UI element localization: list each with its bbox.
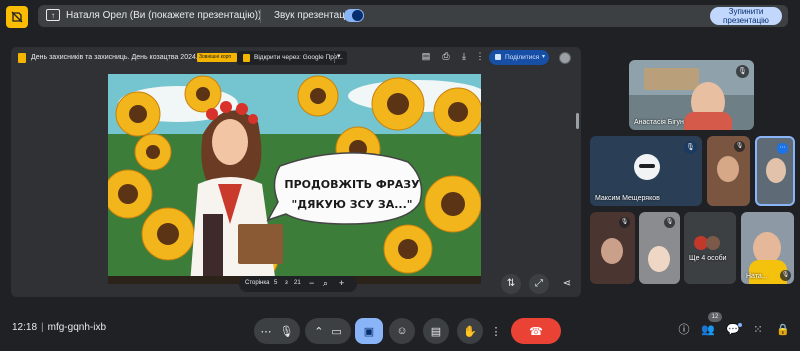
reactions-button[interactable]: ☺ xyxy=(389,318,415,344)
participant-count-badge: 12 xyxy=(708,312,722,322)
pin-icon[interactable]: ⇅ xyxy=(501,274,521,294)
mic-off-icon: 🎙 xyxy=(664,217,675,228)
presentation-toolbar: День захисників та захисниць. День козац… xyxy=(11,47,581,69)
open-with-label: Відкрити через: Google Пре... xyxy=(254,54,343,61)
camera-button[interactable]: ⌃ ▭ xyxy=(305,318,351,344)
scrollbar[interactable] xyxy=(576,113,579,129)
chevron-down-icon[interactable]: ▾ xyxy=(337,52,341,60)
participant-tile[interactable]: 🎙 xyxy=(639,212,680,284)
chat-notification-dot xyxy=(738,323,742,327)
mic-off-icon: 🎙 xyxy=(734,141,745,152)
info-icon[interactable]: ⓘ xyxy=(677,323,691,337)
end-call-icon: ☎ xyxy=(529,325,543,338)
presenter-text: Наталя Орел (Ви (покажете презентацію)) xyxy=(66,10,262,21)
presentation-sound-label: Звук презентації xyxy=(274,10,350,21)
mic-off-icon: 🎙 xyxy=(780,270,791,281)
participant-name: Анастасія Бігун xyxy=(634,119,684,126)
participant-tile[interactable]: 🎙 xyxy=(590,212,635,284)
mic-off-icon: 🎙 xyxy=(684,141,697,154)
presentation-sound-toggle[interactable] xyxy=(344,9,364,22)
share-label: Поділитися xyxy=(505,54,540,61)
presentation-panel: День захисників та захисниць. День козац… xyxy=(11,47,581,297)
open-with-button[interactable]: Відкрити через: Google Пре... ▾ xyxy=(237,51,347,65)
participant-tile-speaking[interactable]: ⋯ xyxy=(755,136,795,206)
presenting-bar: ↑ Наталя Орел (Ви (покажете презентацію)… xyxy=(0,0,800,32)
meeting-code[interactable]: mfg-gqnh-ixb xyxy=(48,322,106,333)
meeting-info: 12:18 | mfg-gqnh-ixb xyxy=(12,322,106,333)
participant-tile[interactable]: Ната... 🎙 xyxy=(741,212,794,284)
mic-off-icon: 🎙 xyxy=(619,217,630,228)
page-current[interactable]: 5 xyxy=(274,280,277,286)
slide-text: ПРОДОВЖІТЬ ФРАЗУ "ДЯКУЮ ЗСУ ЗА..." xyxy=(282,175,422,215)
print-icon[interactable]: ⎙ xyxy=(440,51,452,62)
google-slides-icon xyxy=(243,54,250,62)
more-options-icon[interactable]: ⋯ xyxy=(261,325,272,338)
mic-icon: 🎙 xyxy=(279,325,294,338)
page-label: Сторінка xyxy=(245,280,270,286)
captions-icon: ▤ xyxy=(430,325,442,338)
avatar[interactable] xyxy=(559,52,571,64)
host-controls-icon[interactable]: 🔒 xyxy=(776,323,790,337)
present-screen-icon: ↑ xyxy=(46,9,60,21)
slide-image: ПРОДОВЖІТЬ ФРАЗУ "ДЯКУЮ ЗСУ ЗА..." xyxy=(108,74,481,284)
page-total: 21 xyxy=(294,280,301,286)
people-icon[interactable]: 👥 xyxy=(701,323,715,337)
participant-tile[interactable]: 🎙 Анастасія Бігун xyxy=(629,60,754,130)
camera-icon: ▭ xyxy=(331,325,342,338)
slide-text-line-2: "ДЯКУЮ ЗСУ ЗА..." xyxy=(291,198,413,211)
chevron-up-icon[interactable]: ⌃ xyxy=(314,325,323,338)
call-controls-bar: 12:18 | mfg-gqnh-ixb ⋯ 🎙 ⌃ ▭ ▣ ☺ ▤ ✋ ⋮ ☎ ⓘ… xyxy=(0,312,800,351)
present-screen-icon: ▣ xyxy=(363,325,375,338)
share-button[interactable]: Поділитися ▾ xyxy=(489,50,549,65)
presenting-notice: ↑ Наталя Орел (Ви (покажете презентацію)… xyxy=(38,5,788,27)
fullscreen-icon[interactable]: ⤢ xyxy=(529,274,549,294)
mic-button[interactable]: ⋯ 🎙 xyxy=(254,318,300,344)
stop-presenting-button[interactable]: Зупинити презентацію xyxy=(710,7,782,25)
hand-icon: ✋ xyxy=(463,325,477,338)
more-participants-label: Ще 4 особи xyxy=(689,255,727,262)
lock-icon xyxy=(495,54,501,60)
participant-tile[interactable]: 🎙 xyxy=(707,136,750,206)
share-icon[interactable]: ⋖ xyxy=(557,274,577,294)
zoom-in-icon[interactable]: + xyxy=(339,278,344,288)
zoom-icon[interactable]: ⌕ xyxy=(323,278,328,289)
zoom-out-icon[interactable]: − xyxy=(309,278,314,288)
meet-logo-icon xyxy=(6,6,28,28)
chevron-down-icon: ▾ xyxy=(541,54,545,60)
file-title: День захисників та захисниць. День козац… xyxy=(31,54,212,61)
more-vert-icon: ⋮ xyxy=(490,325,502,338)
speaking-icon: ⋯ xyxy=(777,143,788,154)
page-of: з xyxy=(285,280,288,286)
divider xyxy=(260,9,261,23)
comment-icon[interactable]: ▤ xyxy=(420,51,432,62)
captions-button[interactable]: ▤ xyxy=(423,318,449,344)
more-participants-tile[interactable]: Ще 4 особи xyxy=(684,212,736,284)
download-icon[interactable]: ⤓ xyxy=(458,51,470,62)
slide-text-line-1: ПРОДОВЖІТЬ ФРАЗУ xyxy=(284,178,420,191)
pptx-file-icon xyxy=(18,53,26,63)
clock-time: 12:18 xyxy=(12,322,38,333)
present-button[interactable]: ▣ xyxy=(355,318,383,344)
more-vert-icon[interactable]: ⋮ xyxy=(474,51,486,62)
emoji-icon: ☺ xyxy=(396,325,408,337)
raise-hand-button[interactable]: ✋ xyxy=(457,318,483,344)
activities-icon[interactable]: ⁙ xyxy=(751,323,765,337)
mic-off-icon: 🎙 xyxy=(736,65,749,78)
participant-tile[interactable]: 🎙 Максим Мещеряков xyxy=(590,136,702,206)
more-options-button[interactable]: ⋮ xyxy=(489,318,503,344)
external-badge: Зовнішні корп xyxy=(197,53,237,62)
page-navigation: Сторінка 5 з 21 − ⌕ + xyxy=(239,276,357,292)
participant-name: Ната... xyxy=(746,273,768,280)
leave-call-button[interactable]: ☎ xyxy=(511,318,561,344)
participant-name: Максим Мещеряков xyxy=(595,195,660,202)
